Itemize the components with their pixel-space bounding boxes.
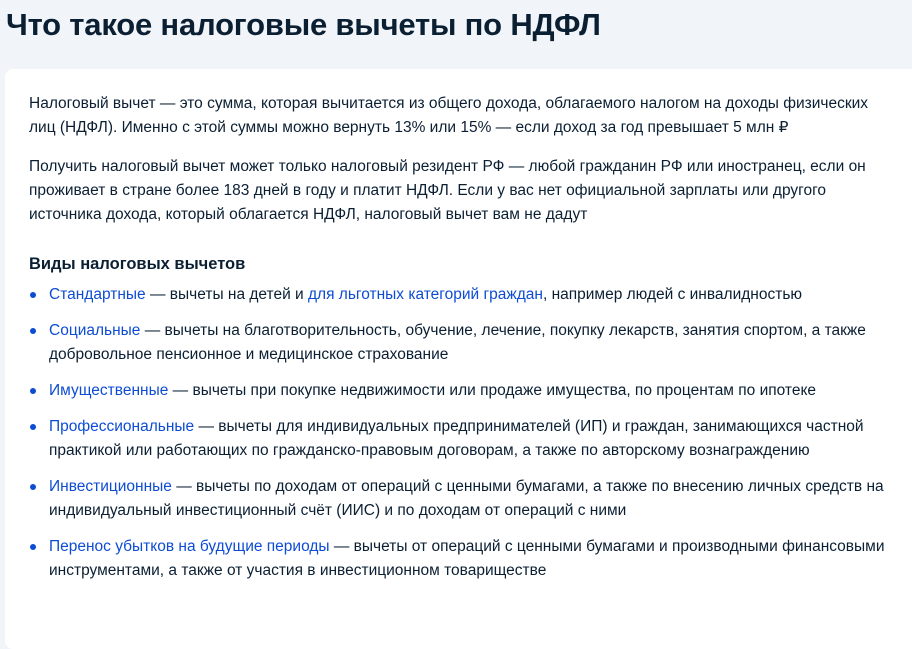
link-privileged-categories[interactable]: для льготных категорий граждан xyxy=(308,286,543,303)
bullet-dot-icon xyxy=(30,424,36,430)
deductions-heading: Виды налоговых вычетов xyxy=(29,255,246,273)
link-standard[interactable]: Стандартные xyxy=(49,286,146,303)
item-text: — вычеты по доходам от операций с ценным… xyxy=(49,478,884,519)
list-item-property: Имущественные — вычеты при покупке недви… xyxy=(29,379,889,403)
link-loss-carryforward[interactable]: Перенос убытков на будущие периоды xyxy=(49,538,330,555)
link-social[interactable]: Социальные xyxy=(49,322,140,339)
item-text: , например людей с инвалидностью xyxy=(542,286,803,303)
list-item-professional: Профессиональные — вычеты для индивидуал… xyxy=(29,415,889,463)
page-title: Что такое налоговые вычеты по НДФЛ xyxy=(6,7,601,42)
card-content: Налоговый вычет — это сумма, которая выч… xyxy=(29,92,889,595)
link-property[interactable]: Имущественные xyxy=(49,382,168,399)
list-item-standard: Стандартные — вычеты на детей и для льго… xyxy=(29,283,889,307)
deductions-list: Стандартные — вычеты на детей и для льго… xyxy=(29,283,889,583)
intro-paragraph-1: Налоговый вычет — это сумма, которая выч… xyxy=(29,95,869,136)
list-item-investment: Инвестиционные — вычеты по доходам от оп… xyxy=(29,475,889,523)
list-item-loss-carryforward: Перенос убытков на будущие периоды — выч… xyxy=(29,535,889,583)
link-investment[interactable]: Инвестиционные xyxy=(49,478,172,495)
bullet-dot-icon xyxy=(30,292,36,298)
bullet-dot-icon xyxy=(30,544,36,550)
item-text: — вычеты на детей и xyxy=(145,286,308,303)
list-item-social: Социальные — вычеты на благотворительнос… xyxy=(29,319,889,367)
bullet-dot-icon xyxy=(30,328,36,334)
item-text: — вычеты при покупке недвижимости или пр… xyxy=(168,382,817,399)
bullet-dot-icon xyxy=(30,484,36,490)
item-text: — вычеты на благотворительность, обучени… xyxy=(49,322,866,363)
bullet-dot-icon xyxy=(30,388,36,394)
content-card: Налоговый вычет — это сумма, которая выч… xyxy=(5,69,912,649)
link-professional[interactable]: Профессиональные xyxy=(49,418,194,435)
intro-paragraph-2: Получить налоговый вычет может только на… xyxy=(29,158,866,223)
